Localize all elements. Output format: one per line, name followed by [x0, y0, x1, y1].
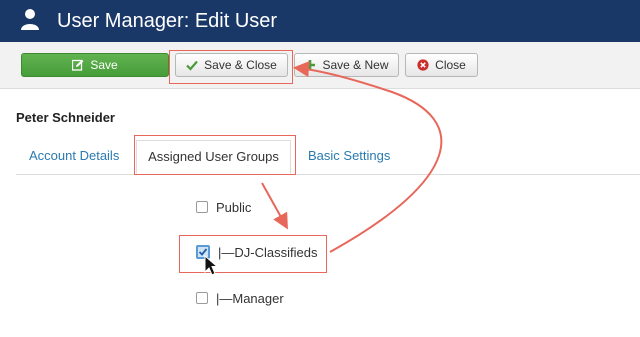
arrow-tab-to-group	[261, 182, 288, 230]
page-title: User Manager: Edit User	[57, 10, 278, 32]
save-new-button[interactable]: Save & New	[294, 53, 399, 77]
group-label: |—Manager	[216, 290, 284, 306]
toolbar: Save Save & Close Save & New Close	[0, 42, 640, 89]
group-row-public: Public	[196, 198, 251, 216]
tab-highlight	[134, 135, 296, 175]
group-highlight	[179, 235, 327, 273]
pencil-icon	[72, 59, 84, 71]
plus-icon	[305, 60, 316, 70]
tab-basic-settings[interactable]: Basic Settings	[308, 140, 390, 174]
save-new-label: Save & New	[322, 58, 389, 72]
close-label: Close	[435, 58, 466, 72]
save-close-highlight	[169, 50, 293, 84]
page-header: User Manager: Edit User	[0, 0, 640, 42]
group-row-manager: |—Manager	[196, 289, 284, 307]
user-icon	[21, 9, 39, 30]
user-name: Peter Schneider	[16, 110, 115, 125]
tab-account-details[interactable]: Account Details	[29, 140, 119, 174]
tab-bar: Account Details Assigned User Groups Bas…	[16, 140, 640, 175]
save-button[interactable]: Save	[21, 53, 169, 77]
close-circle-icon	[417, 59, 429, 71]
manager-checkbox[interactable]	[196, 292, 208, 304]
close-button[interactable]: Close	[405, 53, 478, 77]
group-label: Public	[216, 199, 252, 215]
save-label: Save	[90, 58, 118, 72]
public-checkbox[interactable]	[196, 201, 208, 213]
